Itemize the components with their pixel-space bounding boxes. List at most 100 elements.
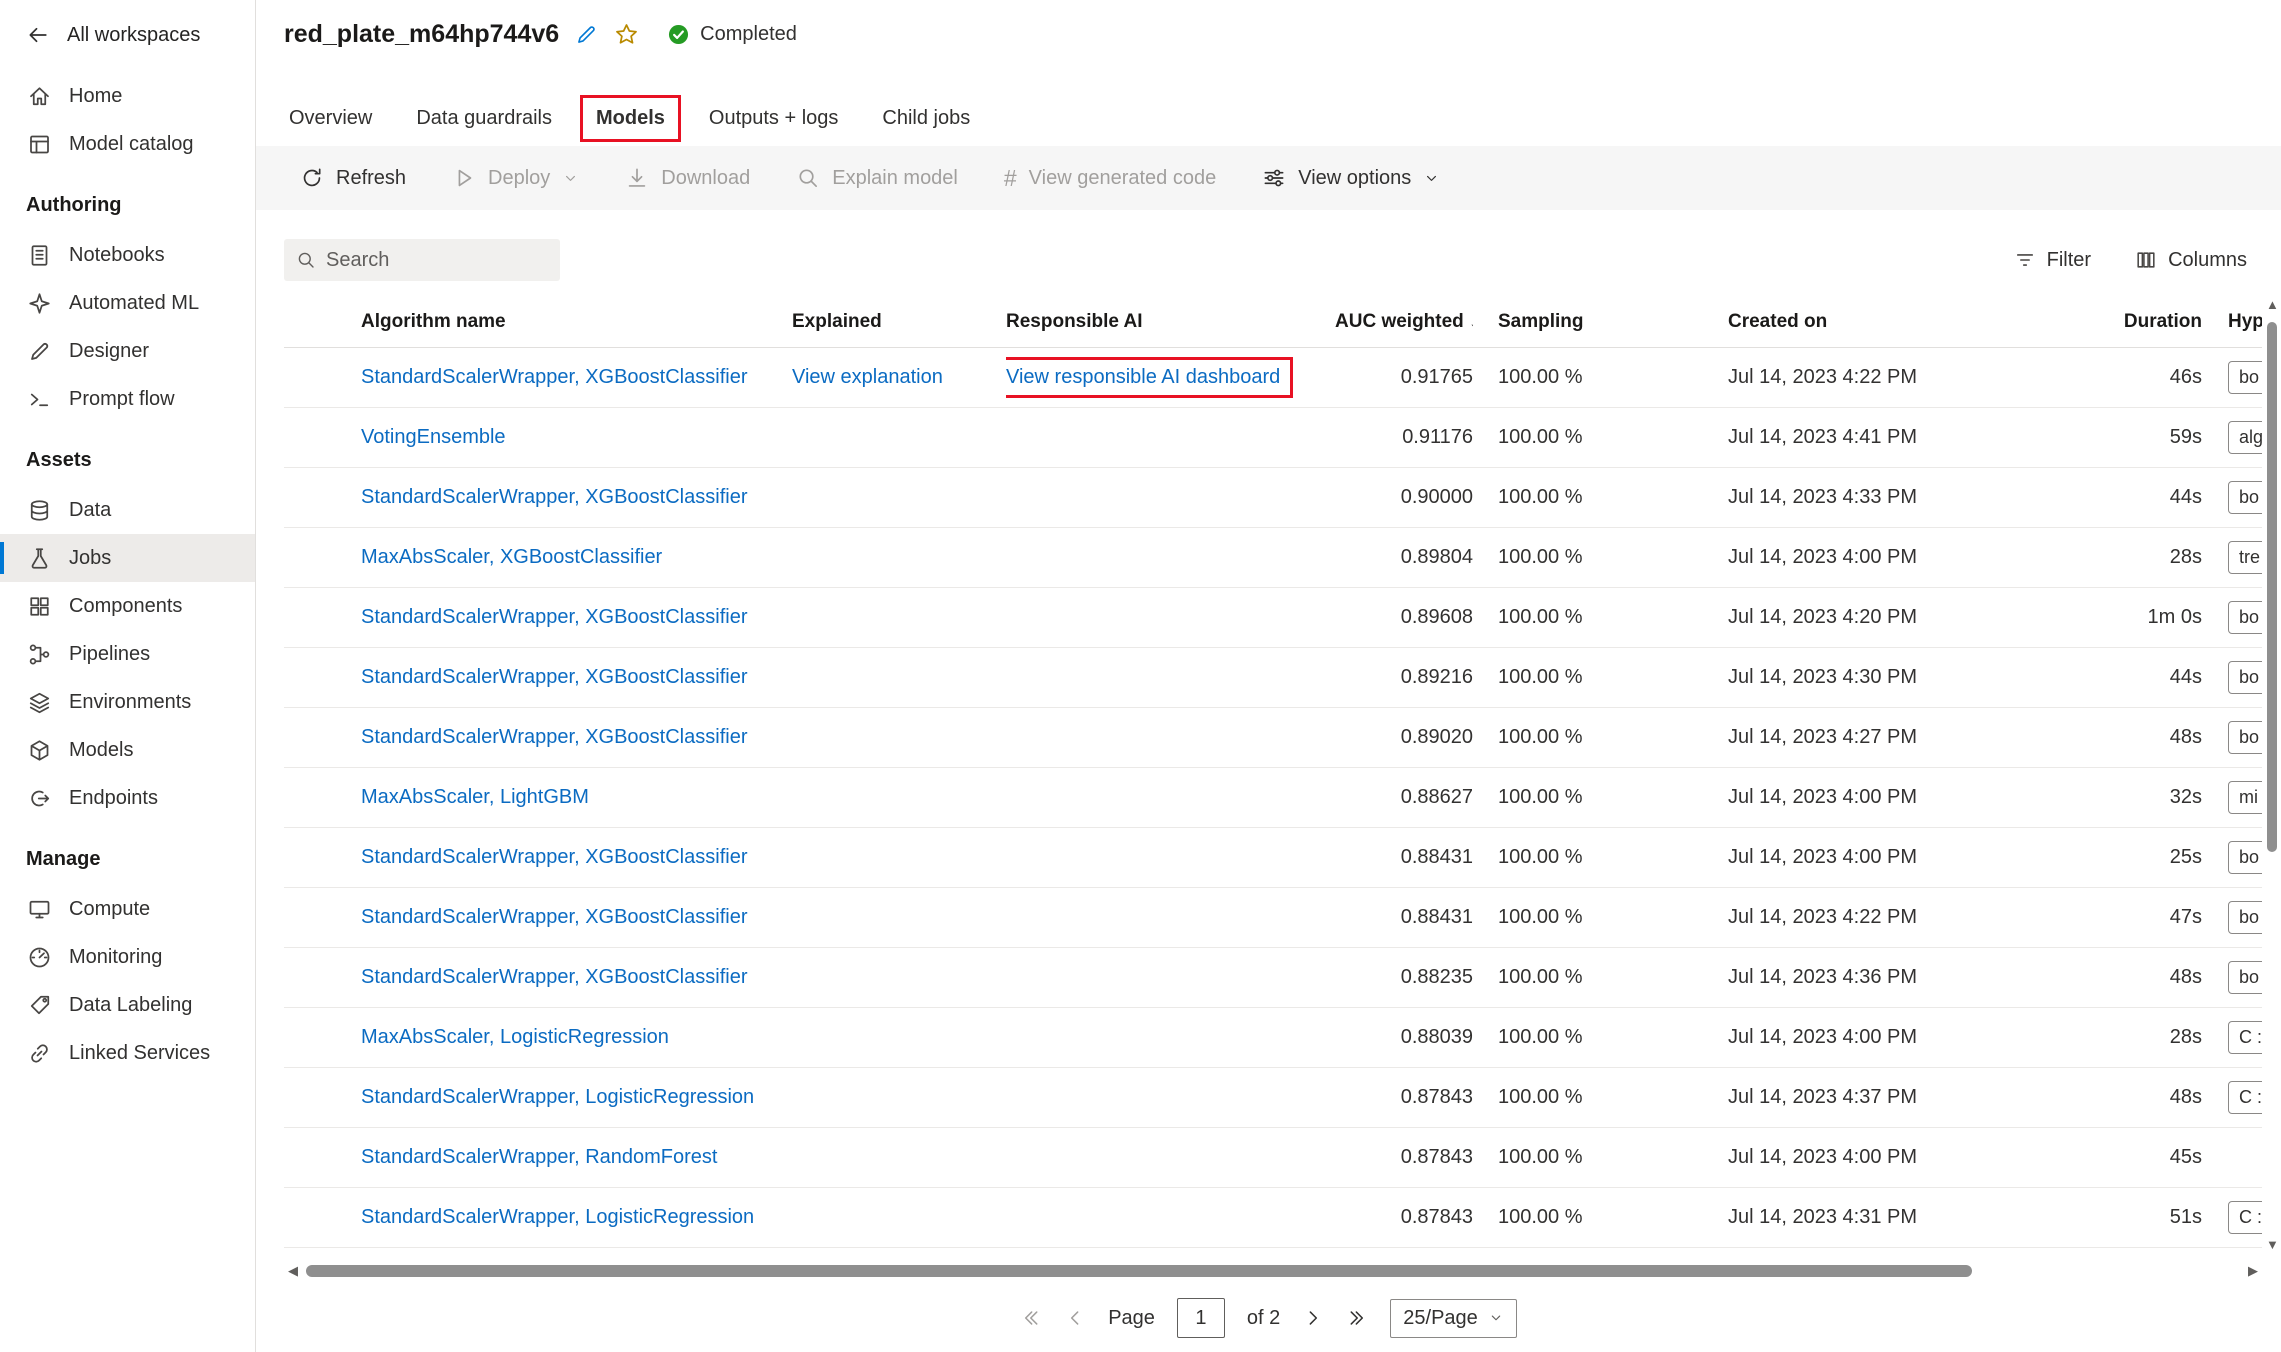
algorithm-link[interactable]: StandardScalerWrapper, XGBoostClassifier (361, 666, 747, 688)
algorithm-link[interactable]: StandardScalerWrapper, XGBoostClassifier (361, 486, 747, 508)
sidebar-item-model-catalog[interactable]: Model catalog (0, 120, 255, 168)
models-table: Algorithm nameExplainedResponsible AIAUC… (284, 296, 2262, 1248)
sidebar-item-automated-ml[interactable]: Automated ML (0, 279, 255, 327)
sidebar-item-models[interactable]: Models (0, 726, 255, 774)
algorithm-link[interactable]: StandardScalerWrapper, XGBoostClassifier (361, 606, 747, 628)
search-input[interactable] (326, 249, 548, 272)
sidebar-item-pipelines[interactable]: Pipelines (0, 630, 255, 678)
sidebar-item-environments[interactable]: Environments (0, 678, 255, 726)
environments-icon (27, 690, 52, 715)
sidebar-item-monitoring[interactable]: Monitoring (0, 933, 255, 981)
tab-child-jobs[interactable]: Child jobs (866, 95, 986, 142)
horizontal-scroll-thumb[interactable] (306, 1265, 1972, 1277)
algorithm-link[interactable]: StandardScalerWrapper, XGBoostClassifier (361, 906, 747, 928)
cell-auc-weighted: 0.88039 (1335, 1026, 1473, 1049)
filter-button[interactable]: Filter (2014, 249, 2091, 272)
sidebar-item-data[interactable]: Data (0, 486, 255, 534)
hyperparameters-chip[interactable]: alg (2228, 421, 2262, 454)
vertical-scroll-thumb[interactable] (2267, 322, 2277, 852)
tab-models[interactable]: Models (580, 95, 681, 142)
vertical-scrollbar[interactable]: ▲ ▼ (2263, 296, 2281, 1254)
cell-algorithm: StandardScalerWrapper, XGBoostClassifier (284, 846, 792, 869)
sidebar-item-label: Prompt flow (69, 388, 175, 411)
sidebar-item-data-labeling[interactable]: Data Labeling (0, 981, 255, 1029)
toolbar-deploy-button[interactable]: Deploy (452, 166, 579, 190)
sidebar-item-label: Designer (69, 340, 149, 363)
tab-overview[interactable]: Overview (273, 95, 388, 142)
algorithm-link[interactable]: StandardScalerWrapper, XGBoostClassifier (361, 846, 747, 868)
column-header-responsible-ai[interactable]: Responsible AI (1006, 311, 1335, 333)
hyperparameters-chip[interactable]: C : (2228, 1021, 2262, 1054)
sidebar-item-home[interactable]: Home (0, 72, 255, 120)
horizontal-scrollbar[interactable]: ◀ ▶ (284, 1262, 2262, 1280)
toolbar-download-button[interactable]: Download (625, 166, 750, 190)
cell-created-on: Jul 14, 2023 4:00 PM (1728, 846, 2082, 869)
hyperparameters-chip[interactable]: bo (2228, 841, 2262, 874)
next-page-button[interactable] (1302, 1307, 1324, 1329)
prev-page-button[interactable] (1064, 1307, 1086, 1329)
hyperparameters-chip[interactable]: bo (2228, 721, 2262, 754)
hyperparameters-chip[interactable]: tre (2228, 541, 2262, 574)
toolbar-view-options-button[interactable]: View options (1262, 166, 1440, 190)
algorithm-link[interactable]: StandardScalerWrapper, LogisticRegressio… (361, 1086, 754, 1108)
column-header-hyp[interactable]: Hyp (2202, 311, 2262, 333)
cell-auc-weighted: 0.88627 (1335, 786, 1473, 809)
column-header-auc-weighted[interactable]: AUC weighted ↓ (1335, 311, 1473, 333)
column-header-algorithm-name[interactable]: Algorithm name (284, 311, 792, 333)
sidebar-item-designer[interactable]: Designer (0, 327, 255, 375)
scroll-left-icon[interactable]: ◀ (288, 1262, 298, 1280)
algorithm-link[interactable]: MaxAbsScaler, LightGBM (361, 786, 589, 808)
hyperparameters-chip[interactable]: bo (2228, 661, 2262, 694)
sidebar-item-linked-services[interactable]: Linked Services (0, 1029, 255, 1077)
hyperparameters-chip[interactable]: bo (2228, 601, 2262, 634)
sidebar-item-endpoints[interactable]: Endpoints (0, 774, 255, 822)
algorithm-link[interactable]: StandardScalerWrapper, XGBoostClassifier (361, 726, 747, 748)
hyperparameters-chip[interactable]: C : (2228, 1201, 2262, 1234)
algorithm-link[interactable]: MaxAbsScaler, LogisticRegression (361, 1026, 669, 1048)
columns-button[interactable]: Columns (2135, 249, 2247, 272)
column-header-created-on[interactable]: Created on (1728, 311, 2082, 333)
page-number-input[interactable] (1177, 1298, 1225, 1338)
edit-pencil-icon[interactable] (575, 23, 598, 46)
last-page-button[interactable] (1346, 1307, 1368, 1329)
algorithm-link[interactable]: StandardScalerWrapper, RandomForest (361, 1146, 717, 1168)
favorite-star-icon[interactable] (614, 22, 639, 47)
algorithm-link[interactable]: StandardScalerWrapper, XGBoostClassifier (361, 966, 747, 988)
view-explanation-link[interactable]: View explanation (792, 366, 943, 388)
cell-hyperparameters: bo (2202, 721, 2262, 754)
sidebar-item-jobs[interactable]: Jobs (0, 534, 255, 582)
sidebar-item-notebooks[interactable]: Notebooks (0, 231, 255, 279)
algorithm-link[interactable]: StandardScalerWrapper, XGBoostClassifier (361, 366, 747, 388)
tab-outputs-logs[interactable]: Outputs + logs (693, 95, 855, 142)
tab-data-guardrails[interactable]: Data guardrails (400, 95, 568, 142)
hyperparameters-chip[interactable]: C : (2228, 1081, 2262, 1114)
hyperparameters-chip[interactable]: bo (2228, 361, 2262, 394)
page-size-select[interactable]: 25/Page (1390, 1299, 1517, 1338)
column-header-label: Sampling (1498, 311, 1584, 332)
first-page-button[interactable] (1020, 1307, 1042, 1329)
toolbar-refresh-button[interactable]: Refresh (300, 166, 406, 190)
hyperparameters-chip[interactable]: bo (2228, 481, 2262, 514)
algorithm-link[interactable]: MaxAbsScaler, XGBoostClassifier (361, 546, 662, 568)
search-box[interactable] (284, 239, 560, 281)
scroll-up-icon[interactable]: ▲ (2266, 296, 2279, 314)
scroll-right-icon[interactable]: ▶ (2248, 1262, 2258, 1280)
toolbar-explain-model-button[interactable]: Explain model (796, 166, 958, 190)
sidebar-item-compute[interactable]: Compute (0, 885, 255, 933)
view-responsible-ai-link[interactable]: View responsible AI dashboard (1006, 366, 1280, 388)
column-header-explained[interactable]: Explained (792, 311, 1006, 333)
sidebar-item-prompt-flow[interactable]: Prompt flow (0, 375, 255, 423)
cell-sampling: 100.00 % (1473, 1026, 1728, 1049)
column-header-duration[interactable]: Duration (2082, 311, 2202, 333)
algorithm-link[interactable]: VotingEnsemble (361, 426, 506, 448)
algorithm-link[interactable]: StandardScalerWrapper, LogisticRegressio… (361, 1206, 754, 1228)
hyperparameters-chip[interactable]: mi (2228, 781, 2262, 814)
hyperparameters-chip[interactable]: bo (2228, 901, 2262, 934)
all-workspaces-button[interactable]: All workspaces (0, 12, 255, 58)
toolbar-view-generated-code-button[interactable]: #View generated code (1004, 167, 1216, 190)
sidebar-item-components[interactable]: Components (0, 582, 255, 630)
scroll-down-icon[interactable]: ▼ (2266, 1236, 2279, 1254)
sidebar: All workspaces HomeModel catalogAuthorin… (0, 0, 256, 1352)
column-header-sampling[interactable]: Sampling (1473, 311, 1728, 333)
hyperparameters-chip[interactable]: bo (2228, 961, 2262, 994)
